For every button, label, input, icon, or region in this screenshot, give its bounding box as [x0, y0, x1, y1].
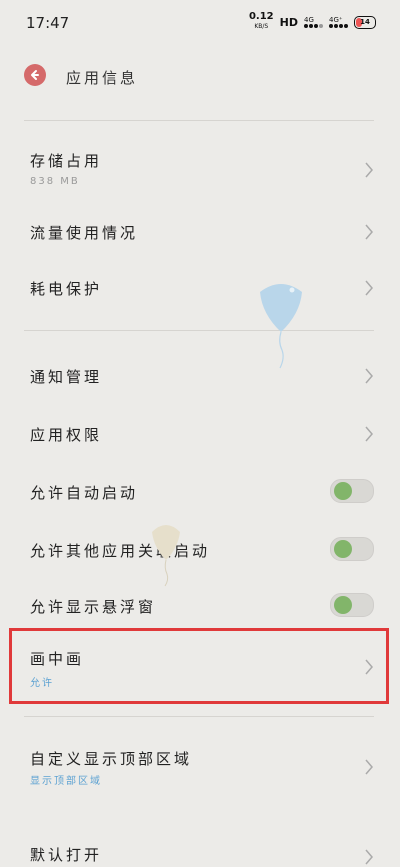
chevron-right-icon	[365, 426, 373, 442]
chevron-right-icon	[365, 224, 373, 240]
header: 应用信息	[0, 60, 400, 92]
balloon-decoration-icon	[152, 525, 180, 587]
back-arrow-icon	[31, 70, 39, 80]
hd-voice-icon: HD	[279, 15, 298, 29]
data-usage-label: 流量使用情况	[30, 224, 139, 242]
divider	[24, 716, 374, 717]
auto-start-row: 允许自动启动	[0, 472, 400, 512]
divider	[24, 330, 374, 331]
custom-top-area-row[interactable]: 自定义显示顶部区域 显示顶部区域	[0, 740, 400, 796]
chevron-right-icon	[365, 162, 373, 178]
auto-start-label: 允许自动启动	[30, 484, 139, 502]
default-open-label: 默认打开	[30, 846, 103, 864]
chevron-right-icon	[365, 280, 373, 296]
highlight-box	[9, 628, 389, 704]
chevron-right-icon	[365, 759, 373, 775]
chevron-right-icon	[365, 849, 373, 865]
associated-start-row: 允许其他应用关联启动	[0, 530, 400, 570]
notification-management-row[interactable]: 通知管理	[0, 356, 400, 396]
sim2-signal-icon: 4G⁺	[329, 16, 348, 28]
storage-size: 838 MB	[30, 176, 80, 187]
network-speed: 0.12 KB/S	[249, 12, 274, 32]
back-button[interactable]	[24, 64, 46, 86]
toggle-knob	[334, 596, 352, 614]
balloon-decoration-icon	[260, 284, 302, 369]
floating-window-row: 允许显示悬浮窗	[0, 588, 400, 628]
sim2-network-type: 4G⁺	[329, 16, 343, 24]
battery-icon: 14	[354, 15, 376, 29]
battery-level: 14	[360, 18, 370, 26]
network-speed-unit: KB/S	[254, 23, 269, 30]
divider	[24, 120, 374, 121]
notification-management-label: 通知管理	[30, 368, 103, 386]
toggle-knob	[334, 482, 352, 500]
app-permissions-label: 应用权限	[30, 426, 103, 444]
custom-top-area-status: 显示顶部区域	[30, 776, 102, 787]
custom-top-area-label: 自定义显示顶部区域	[30, 750, 193, 768]
floating-window-toggle[interactable]	[330, 593, 374, 617]
storage-label: 存储占用	[30, 152, 103, 170]
sim1-signal-icon: 4G	[304, 16, 323, 28]
status-bar: 17:47 0.12 KB/S HD 4G 4G⁺ 14	[0, 0, 400, 46]
storage-row[interactable]: 存储占用 838 MB	[0, 140, 400, 200]
status-icons: 0.12 KB/S HD 4G 4G⁺ 14	[249, 12, 376, 32]
page-title: 应用信息	[66, 69, 139, 87]
toggle-knob	[334, 540, 352, 558]
associated-start-toggle[interactable]	[330, 537, 374, 561]
battery-protection-row[interactable]: 耗电保护	[0, 268, 400, 308]
app-permissions-row[interactable]: 应用权限	[0, 414, 400, 454]
default-open-row[interactable]: 默认打开	[0, 836, 400, 867]
chevron-right-icon	[365, 368, 373, 384]
status-time: 17:47	[26, 14, 70, 32]
sim1-network-type: 4G	[304, 16, 314, 24]
data-usage-row[interactable]: 流量使用情况	[0, 212, 400, 252]
battery-protection-label: 耗电保护	[30, 280, 103, 298]
auto-start-toggle[interactable]	[330, 479, 374, 503]
floating-window-label: 允许显示悬浮窗	[30, 598, 157, 616]
network-speed-value: 0.12	[248, 11, 274, 22]
